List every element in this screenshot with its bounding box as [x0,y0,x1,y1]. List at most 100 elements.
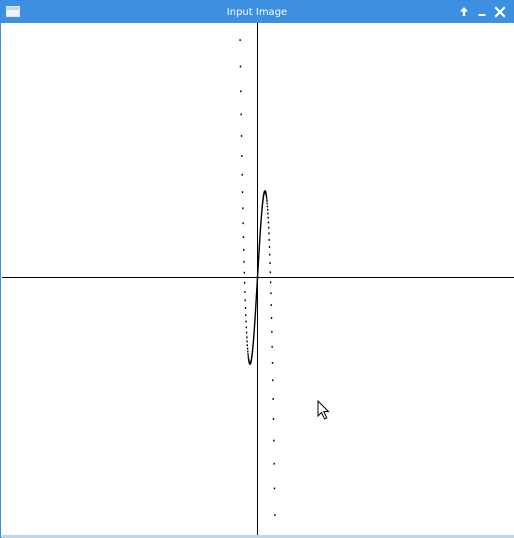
curve-point [258,248,260,251]
curve-point [271,345,273,348]
curve-point [246,336,248,339]
titlebar[interactable]: Input Image [1,1,513,23]
curve-point [247,355,249,358]
curve-point [255,293,258,296]
curve-point [244,291,246,293]
curve-point [244,299,246,302]
curve-point [260,220,262,223]
curve-point [265,195,268,198]
curve-point [242,236,245,238]
curve-point [245,331,248,334]
curve-point [260,217,262,220]
curve-point [253,323,256,326]
curve-point [252,338,255,341]
mouse-pointer-icon [317,400,330,420]
curve-point [241,155,243,157]
curve-point [246,344,249,347]
curve-point [260,212,263,215]
curve-point [252,342,254,344]
curve-point [271,361,274,364]
curve-point [268,226,270,229]
curve-point [247,350,249,353]
curve-point [265,194,267,197]
curve-point [243,281,246,284]
curve-point [258,244,261,246]
curve-point [268,246,271,248]
curve-point [257,256,260,259]
curve-point [260,215,263,218]
curve-point [259,234,261,237]
curve-point [239,65,242,68]
curve-point [245,320,247,323]
curve-point [254,312,257,315]
curve-point [241,191,244,194]
curve-point [274,514,276,516]
curve-point [252,346,254,349]
minimize-icon [478,14,486,16]
curve-point [253,332,255,335]
curve-point [244,307,247,309]
curve-point [243,249,245,251]
curve-point [258,252,260,254]
curve-point [257,259,260,262]
curve-point [273,487,276,490]
curve-point [267,216,269,219]
close-button[interactable] [492,4,508,20]
curve-point [266,200,268,202]
curve-point [243,271,246,274]
curve-point [253,327,256,330]
curve-point [240,113,242,116]
curve-point [253,335,255,338]
curve-point [252,340,255,343]
curve-point [254,315,256,318]
curve-point [257,261,260,264]
curve-point [260,222,262,225]
curve-point [259,235,261,238]
window-title: Input Image [226,7,288,18]
curve-point [253,333,255,336]
curve-point [258,245,261,248]
curve-point [268,232,270,235]
curve-point [255,297,257,300]
curve-point [272,398,274,400]
curve-point [266,208,269,211]
minimize-button[interactable] [474,4,490,20]
curve-point [258,242,261,245]
curve-point [267,221,270,224]
curve-point [259,229,262,232]
close-icon [494,6,506,18]
maximize-button[interactable] [456,4,472,20]
curve-point [273,439,275,442]
curve-point [266,202,268,205]
plot-canvas[interactable] [2,23,514,535]
curve-point [258,247,260,250]
curve-point [242,222,244,225]
curve-point [269,253,271,256]
curve-point [261,209,263,212]
curve-point [259,230,261,233]
curve-point [243,260,245,263]
curve-point [266,205,269,208]
curve-point [269,271,272,274]
curve-point [272,418,275,420]
curve-point [270,317,273,319]
curve-point [255,296,258,299]
curve-point [255,294,258,297]
curve-point [240,135,243,137]
curve-point [254,320,256,323]
curve-point [252,337,255,340]
curve-point [261,207,263,210]
curve-point [246,347,249,350]
curve-point [255,302,257,305]
curve-point [260,219,262,222]
curve-point [267,212,269,215]
curve-point [254,318,256,321]
curve-point [253,325,256,328]
curve-point [254,313,256,316]
curve-point [255,301,257,303]
app-window: Input Image [0,0,514,538]
curve-point [253,330,255,333]
curve-point [260,214,263,217]
curve-point [258,255,260,258]
curve-point [247,353,249,355]
